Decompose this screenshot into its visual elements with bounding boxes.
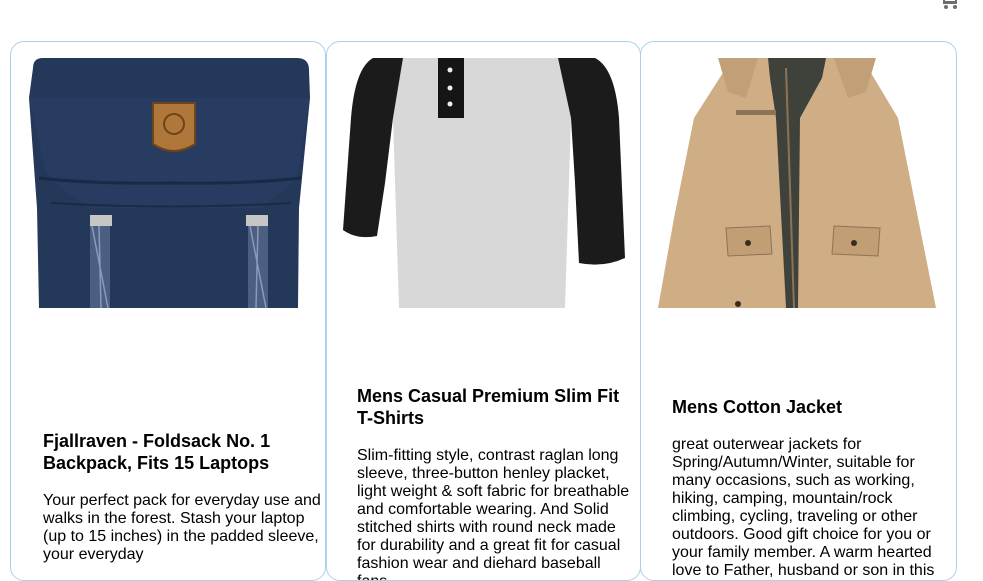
product-card[interactable]: Mens Cotton Jacket great outerwear jacke… (640, 41, 957, 581)
product-title[interactable]: Mens Casual Premium Slim Fit T-Shirts (357, 385, 639, 429)
product-card[interactable]: Fjallraven - Foldsack No. 1 Backpack, Fi… (10, 41, 326, 581)
product-image-tshirt[interactable] (343, 58, 625, 309)
product-title[interactable]: Mens Cotton Jacket (672, 396, 954, 418)
product-image-backpack[interactable] (29, 58, 310, 309)
product-description: great outerwear jackets for Spring/Autum… (672, 436, 935, 579)
product-image-jacket[interactable] (658, 58, 936, 309)
product-title[interactable]: Fjallraven - Foldsack No. 1 Backpack, Fi… (43, 430, 323, 474)
product-description: Your perfect pack for everyday use and w… (43, 492, 321, 563)
shopping-cart-icon[interactable] (940, 0, 960, 10)
product-card[interactable]: Mens Casual Premium Slim Fit T-Shirts Sl… (326, 41, 641, 581)
product-description: Slim-fitting style, contrast raglan long… (357, 447, 630, 580)
